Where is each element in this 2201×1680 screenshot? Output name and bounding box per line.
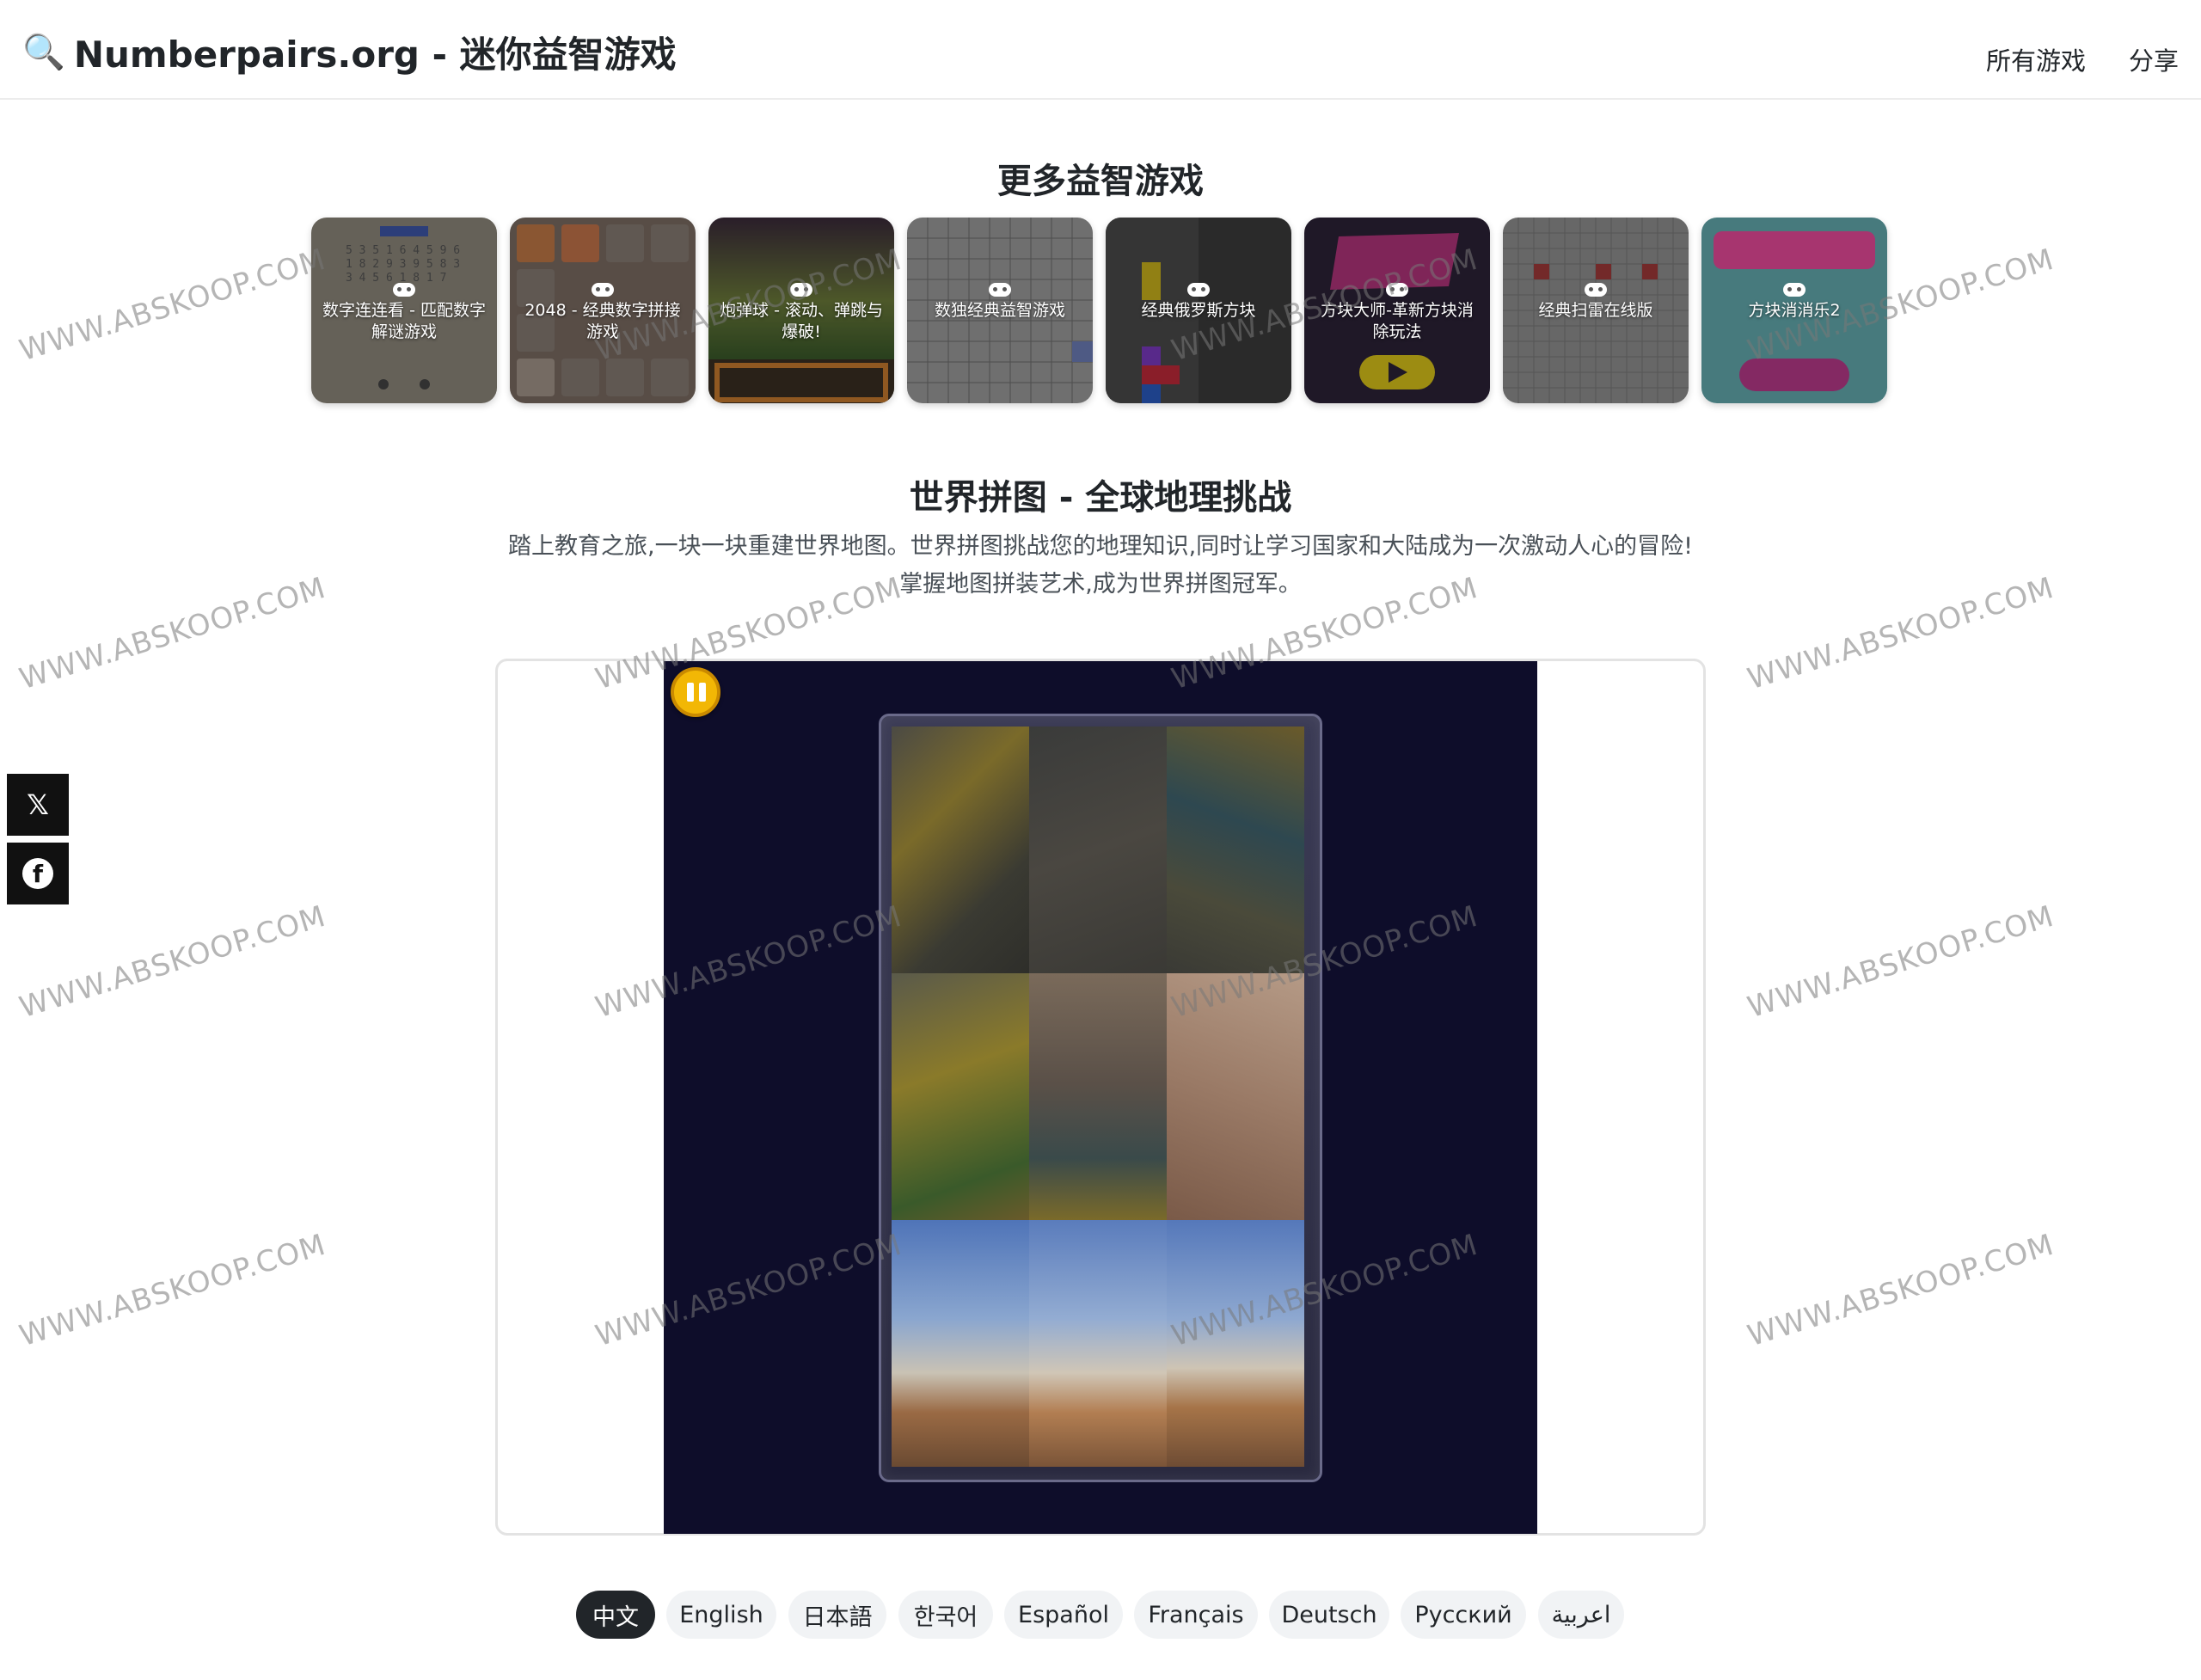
brand-link[interactable]: 🔍 Numberpairs.org - 迷你益智游戏: [22, 26, 677, 78]
x-icon[interactable]: 𝕏: [7, 774, 69, 836]
watermark: WWW.ABSKOOP.COM: [15, 1227, 330, 1354]
game-cards: 5 3 5 1 6 4 5 9 6 1 8 2 9 3 9 5 8 3 3 4 …: [311, 218, 1890, 403]
lang-ko[interactable]: 한국어: [898, 1591, 993, 1639]
lang-fr[interactable]: Français: [1134, 1591, 1258, 1639]
game-card[interactable]: 2048 - 经典数字拼接游戏: [510, 218, 696, 403]
nav-share[interactable]: 分享: [2129, 41, 2179, 77]
game-title: 世界拼图 - 全球地理挑战: [909, 478, 1292, 518]
puzzle-tile[interactable]: [892, 727, 1029, 973]
puzzle-tile[interactable]: [1029, 1220, 1167, 1467]
magnifier-icon: 🔍: [22, 33, 65, 72]
puzzle-tile[interactable]: [892, 973, 1029, 1220]
watermark: WWW.ABSKOOP.COM: [1744, 898, 2058, 1026]
card-label: 炮弹球 - 滚动、弹跳与爆破!: [720, 301, 883, 341]
nav-all-games[interactable]: 所有游戏: [1986, 41, 2086, 77]
card-label: 数独经典益智游戏: [934, 301, 1065, 320]
game-card[interactable]: 炮弹球 - 滚动、弹跳与爆破!: [708, 218, 894, 403]
card-label: 方块消消乐2: [1748, 301, 1841, 320]
gamepad-icon: [989, 283, 1011, 297]
game-card[interactable]: 数独经典益智游戏: [907, 218, 1093, 403]
lang-de[interactable]: Deutsch: [1269, 1591, 1389, 1639]
site-header: 🔍 Numberpairs.org - 迷你益智游戏 所有游戏 分享: [0, 0, 2201, 100]
lang-ru[interactable]: Русский: [1401, 1591, 1526, 1639]
card-label: 经典扫雷在线版: [1538, 301, 1653, 320]
card-label: 经典俄罗斯方块: [1141, 301, 1256, 320]
more-games-title: 更多益智游戏: [997, 162, 1204, 201]
game-description-line1: 踏上教育之旅,一块一块重建世界地图。世界拼图挑战您的地理知识,同时让学习国家和大…: [508, 533, 1693, 560]
lang-zh[interactable]: 中文: [576, 1591, 655, 1639]
gamepad-icon: [393, 283, 415, 297]
gamepad-icon: [1386, 283, 1408, 297]
language-switcher: 中文 English 日本語 한국어 Español Français Deut…: [0, 1591, 2201, 1640]
gamepad-icon: [592, 283, 614, 297]
game-card[interactable]: 5 3 5 1 6 4 5 9 6 1 8 2 9 3 9 5 8 3 3 4 …: [311, 218, 497, 403]
lang-es[interactable]: Español: [1004, 1591, 1123, 1639]
card-label: 方块大师-革新方块消除玩法: [1321, 301, 1474, 341]
gamepad-icon: [790, 283, 812, 297]
game-card[interactable]: 方块消消乐2: [1701, 218, 1887, 403]
game-card[interactable]: 方块大师-革新方块消除玩法: [1304, 218, 1490, 403]
card-label: 数字连连看 - 匹配数字解谜游戏: [322, 301, 486, 341]
puzzle-board: [879, 714, 1322, 1482]
gamepad-icon: [1783, 283, 1806, 297]
puzzle-tile[interactable]: [1167, 973, 1304, 1220]
game-description-line2: 掌握地图拼装艺术,成为世界拼图冠军。: [899, 571, 1302, 598]
lang-ar[interactable]: اعربية: [1538, 1591, 1624, 1639]
gamepad-icon: [1187, 283, 1210, 297]
puzzle-tile[interactable]: [1167, 1220, 1304, 1467]
game-card[interactable]: 经典俄罗斯方块: [1106, 218, 1291, 403]
pause-icon[interactable]: [671, 667, 720, 717]
card-label: 2048 - 经典数字拼接游戏: [524, 301, 681, 341]
puzzle-tile[interactable]: [1029, 727, 1167, 973]
puzzle-tile[interactable]: [1167, 727, 1304, 973]
lang-ja[interactable]: 日本語: [788, 1591, 886, 1639]
watermark: WWW.ABSKOOP.COM: [15, 898, 330, 1026]
watermark: WWW.ABSKOOP.COM: [1744, 1227, 2058, 1354]
lang-en[interactable]: English: [666, 1591, 776, 1639]
puzzle-tile[interactable]: [1029, 973, 1167, 1220]
game-card[interactable]: 经典扫雷在线版: [1503, 218, 1689, 403]
facebook-icon[interactable]: f: [7, 843, 69, 904]
watermark: WWW.ABSKOOP.COM: [15, 242, 330, 369]
puzzle-tile[interactable]: [892, 1220, 1029, 1467]
site-title: Numberpairs.org - 迷你益智游戏: [73, 34, 677, 76]
gamepad-icon: [1585, 283, 1607, 297]
